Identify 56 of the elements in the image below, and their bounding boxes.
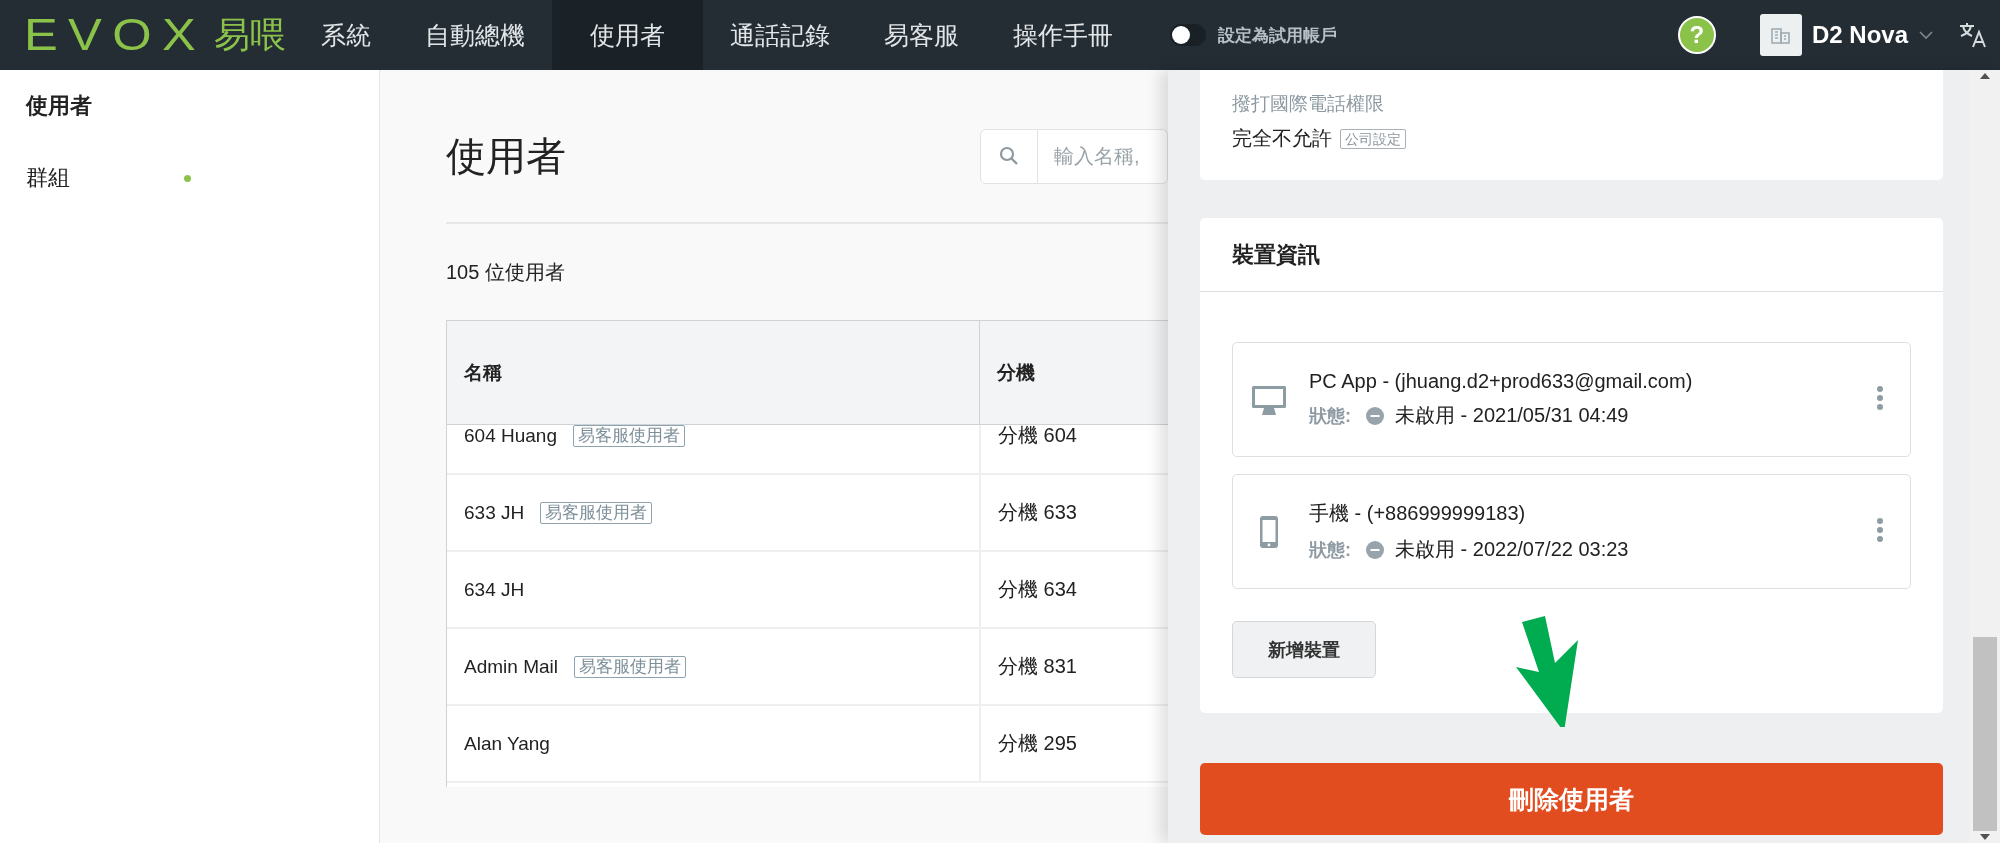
sidebar-item[interactable]: 群組 [26,163,184,193]
section-title: 裝置資訊 [1200,218,1943,292]
search-icon [999,146,1019,166]
toggle-label: 設定為試用帳戶 [1218,24,1337,47]
table-cell-text: 分機 831 [998,654,1077,679]
table-cell-text: 分機 604 [998,425,1077,448]
chevron-down-icon [1918,29,1934,41]
status-label: 狀態: [1309,538,1351,562]
nav-tab[interactable]: 自動總機 [398,0,552,70]
setting-tag: 公司設定 [1340,128,1406,149]
role-tag: 易客服使用者 [572,425,685,447]
column-header: 分機 [997,360,1035,385]
column-header: 名稱 [464,360,502,385]
page-title: 使用者 [446,132,567,180]
table-cell: Alan Yang [464,732,550,755]
nav-tab[interactable]: 通話記錄 [703,0,857,70]
account-menu[interactable]: D2 Nova [1759,14,1934,56]
device-name: PC App - (jhuang.d2+prod633@gmail.com) [1309,370,1694,393]
toggle-switch[interactable] [1170,24,1206,46]
nav-tab[interactable]: 操作手冊 [986,0,1140,70]
phone-icon [1258,514,1280,549]
more-vertical-icon [1876,386,1884,410]
add-device-button[interactable]: 新增裝置 [1232,621,1376,678]
sidebar-item[interactable]: 使用者 [26,91,184,121]
more-vertical-icon [1876,518,1884,542]
logo-text: 易喂 [214,12,287,57]
nav-tab[interactable]: 易客服 [857,0,986,70]
field-value: 完全不允許 [1232,126,1332,151]
table-cell-text: 分機 295 [998,731,1077,756]
role-tag: 易客服使用者 [574,655,686,678]
minus-circle-icon [1365,405,1385,426]
delete-user-button[interactable]: 刪除使用者 [1200,763,1943,835]
scrollbar[interactable] [1970,70,2000,843]
user-count: 105 位使用者 [446,259,565,285]
status-text: 未啟用 - 2022/07/22 03:23 [1395,537,1629,562]
table-cell: 604 Huang [464,425,557,447]
status-text: 未啟用 - 2021/05/31 04:49 [1395,403,1629,428]
device-name: 手機 - (+886999999183) [1309,501,1527,526]
logo: EVOX [24,10,206,60]
role-tag: 易客服使用者 [540,501,653,524]
minus-circle-icon [1365,539,1385,560]
table-cell: 633 JH [464,501,525,524]
table-cell-text: 分機 633 [998,500,1077,525]
building-icon [1770,25,1792,45]
nav-tab[interactable]: 系統 [294,0,398,70]
table-cell-text: 分機 634 [998,577,1077,602]
field-label: 撥打國際電話權限 [1232,92,1385,116]
translate-icon[interactable] [1958,21,1986,49]
nav-tab[interactable]: 使用者 [552,0,703,70]
search-field[interactable]: 輸入名稱, [1038,128,1168,184]
status-label: 狀態: [1309,404,1351,428]
scrollbar-thumb[interactable] [1973,637,1997,831]
monitor-icon [1251,383,1287,416]
table-cell: Admin Mail [464,655,558,678]
search-button[interactable] [980,128,1038,184]
table-cell: 634 JH [464,578,525,601]
